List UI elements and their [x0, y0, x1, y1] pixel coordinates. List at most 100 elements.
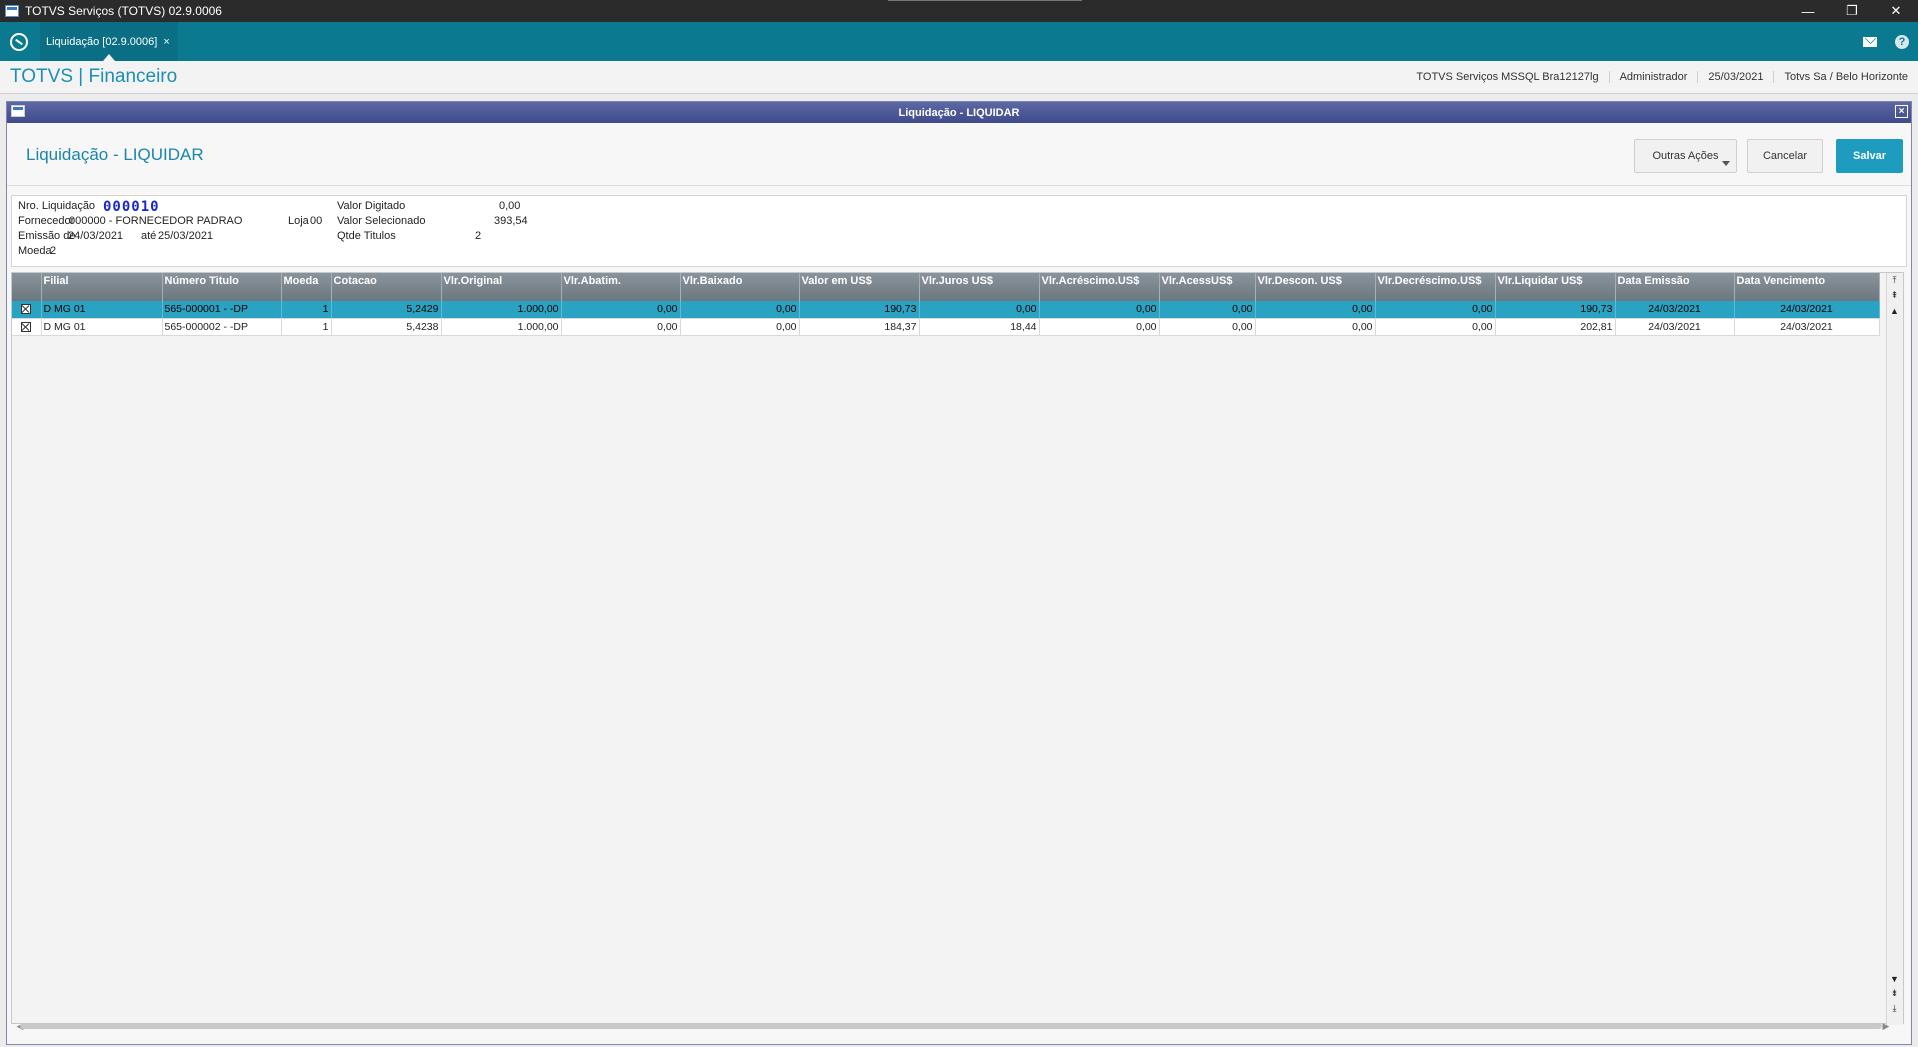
table-row[interactable]: D MG 01 565-000002 - -DP 1 5,4238 1.000,00 0,…	[12, 318, 1880, 336]
scroll-top-icon[interactable]: ⤒	[1889, 275, 1900, 286]
grid-vertical-scrollbar[interactable]: ⤒ ⇞ ▲ ▼ ⇟ ⤓	[1886, 273, 1903, 1025]
scroll-up-icon[interactable]: ▲	[1889, 305, 1900, 316]
column-header[interactable]: Vlr.Juros US$	[919, 273, 1040, 301]
restore-button[interactable]: ❐	[1830, 0, 1874, 22]
nro-liquidacao-value: 000010	[103, 199, 160, 215]
table-cell: 0,00	[561, 301, 681, 319]
chevron-down-icon	[1722, 161, 1730, 166]
table-cell: 184,37	[799, 318, 920, 336]
messages-button[interactable]	[1854, 36, 1886, 47]
column-header[interactable]: Vlr.Liquidar US$	[1495, 273, 1616, 301]
column-header[interactable]: Moeda	[281, 273, 332, 301]
brand-title: TOTVS | Financeiro	[10, 66, 178, 87]
liquidacao-dialog: Liquidação - LIQUIDAR × Liquidação - LIQ…	[6, 101, 1912, 1045]
titles-grid: Filial Número Titulo Moeda Cotacao Vlr.Origi…	[11, 272, 1904, 1025]
fornecedor-label: Fornecedor	[18, 215, 75, 227]
table-cell: 5,2429	[331, 301, 442, 319]
table-cell: 565-000002 - -DP	[162, 318, 282, 336]
table-cell: 0,00	[1159, 318, 1256, 336]
column-header[interactable]: Vlr.Descon. US$	[1255, 273, 1376, 301]
table-cell: 190,73	[799, 301, 920, 319]
tab-close-icon[interactable]: ×	[163, 36, 169, 48]
tab-liquidacao[interactable]: Liquidação [02.9.0006] ×	[40, 22, 178, 61]
window-title: TOTVS Serviços (TOTVS) 02.9.0006	[25, 4, 222, 18]
loja-label: Loja	[288, 215, 309, 227]
grid-horizontal-scrollbar[interactable]: ◀ ▶	[4, 1019, 1898, 1033]
column-header[interactable]: Vlr.Original	[441, 273, 562, 301]
titlebar-divider	[888, 0, 1082, 1]
column-header[interactable]: Vlr.Acréscimo.US$	[1039, 273, 1160, 301]
table-cell: 24/03/2021	[1734, 318, 1880, 336]
dialog-title: Liquidação - LIQUIDAR	[898, 106, 1020, 119]
save-button[interactable]: Salvar	[1836, 139, 1903, 173]
valor-selecionado-label: Valor Selecionado	[337, 215, 426, 227]
scroll-page-up-icon[interactable]: ⇞	[1889, 290, 1900, 301]
ate-label: até	[141, 230, 157, 242]
help-button[interactable]: ?	[1886, 34, 1918, 49]
table-cell: 24/03/2021	[1615, 318, 1735, 336]
column-header[interactable]: Vlr.AcessUS$	[1159, 273, 1256, 301]
column-header[interactable]: Vlr.Baixado	[680, 273, 800, 301]
qtde-titulos-value: 2	[475, 230, 482, 242]
form-title: Liquidação - LIQUIDAR	[26, 145, 204, 164]
minimize-button[interactable]: —	[1786, 0, 1830, 22]
column-header[interactable]: Filial	[41, 273, 163, 301]
table-cell: 1	[281, 318, 332, 336]
column-header-select[interactable]	[12, 273, 42, 301]
dialog-close-icon[interactable]: ×	[1895, 105, 1908, 118]
table-row[interactable]: D MG 01 565-000001 - -DP 1 5,2429 1.000,00 0,…	[12, 301, 1880, 319]
table-cell: 24/03/2021	[1734, 301, 1880, 319]
horizontal-scroll-thumb[interactable]	[20, 1023, 1882, 1029]
table-cell: D MG 01	[41, 301, 163, 319]
scroll-bottom-icon[interactable]: ⤓	[1889, 1003, 1900, 1014]
date-info: 25/03/2021	[1697, 71, 1773, 83]
table-cell: D MG 01	[41, 318, 163, 336]
scroll-down-icon[interactable]: ▼	[1889, 973, 1900, 984]
column-header[interactable]: Data Vencimento	[1734, 273, 1880, 301]
nro-liquidacao-label: Nro. Liquidação	[18, 200, 96, 212]
table-cell: 0,00	[680, 301, 800, 319]
home-icon[interactable]	[10, 32, 28, 51]
table-cell: 24/03/2021	[1615, 301, 1735, 319]
titles-table: Filial Número Titulo Moeda Cotacao Vlr.Origi…	[12, 273, 1880, 336]
table-cell: 202,81	[1495, 318, 1616, 336]
column-header[interactable]: Número Titulo	[162, 273, 282, 301]
scroll-right-icon[interactable]: ▶	[1880, 1019, 1892, 1033]
emissao-ate-value: 25/03/2021	[158, 230, 214, 242]
environment-info: TOTVS Serviços MSSQL Bra12127lg	[1416, 71, 1599, 83]
valor-selecionado-value: 393,54	[494, 215, 528, 227]
valor-digitado-value: 0,00	[499, 200, 521, 212]
emissao-label: Emissão de	[18, 230, 76, 242]
checked-checkbox-icon[interactable]	[21, 321, 32, 332]
app-tabbar: Liquidação [02.9.0006] × ?	[0, 22, 1918, 61]
table-cell: 0,00	[1255, 318, 1376, 336]
table-cell: 5,4238	[331, 318, 442, 336]
outras-acoes-label: Outras Ações	[1652, 150, 1719, 162]
summary-panel: Nro. Liquidação 000010 Fornecedor 000000…	[11, 195, 1907, 267]
close-window-button[interactable]: ✕	[1874, 0, 1918, 22]
cancel-button[interactable]: Cancelar	[1747, 139, 1823, 173]
column-header[interactable]: Cotacao	[331, 273, 442, 301]
user-info: Administrador	[1608, 71, 1698, 83]
fornecedor-value: 000000 - FORNECEDOR PADRAO	[69, 215, 243, 227]
table-cell: 1.000,00	[441, 301, 562, 319]
qtde-titulos-label: Qtde Titulos	[337, 230, 396, 242]
app-window-icon	[5, 5, 19, 17]
form-header: Liquidação - LIQUIDAR Outras Ações Cance…	[7, 123, 1911, 186]
column-header[interactable]: Vlr.Abatim.	[561, 273, 681, 301]
scroll-page-down-icon[interactable]: ⇟	[1889, 988, 1900, 999]
outras-acoes-button[interactable]: Outras Ações	[1634, 139, 1737, 173]
column-header[interactable]: Vlr.Decréscimo.US$	[1375, 273, 1496, 301]
column-header[interactable]: Data Emissão	[1615, 273, 1735, 301]
table-cell: 0,00	[680, 318, 800, 336]
table-cell: 0,00	[919, 301, 1040, 319]
mail-icon	[1863, 36, 1877, 47]
column-header[interactable]: Valor em US$	[799, 273, 920, 301]
tab-label: Liquidação [02.9.0006]	[46, 35, 158, 48]
app-header: TOTVS | Financeiro TOTVS Serviços MSSQL …	[0, 61, 1918, 94]
help-icon: ?	[1895, 34, 1909, 49]
loja-value: 00	[310, 215, 323, 227]
checked-checkbox-icon[interactable]	[21, 304, 32, 315]
table-cell: 1.000,00	[441, 318, 562, 336]
table-cell: 190,73	[1495, 301, 1616, 319]
